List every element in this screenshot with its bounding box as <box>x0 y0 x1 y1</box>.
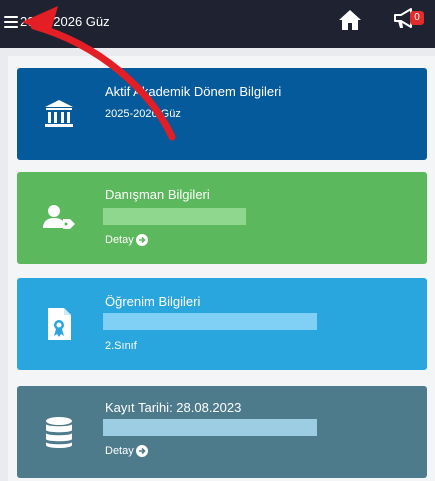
dashboard-content: Aktif Akademik Dönem Bilgileri 2025-2026… <box>8 56 435 481</box>
home-icon[interactable] <box>338 8 362 32</box>
active-term-card: Aktif Akademik Dönem Bilgileri 2025-2026… <box>17 68 427 160</box>
class-level: 2.Sınıf <box>105 340 137 352</box>
notification-badge: 0 <box>410 11 424 25</box>
advisor-title: Danışman Bilgileri <box>105 187 210 202</box>
advisor-detail-link[interactable]: Detay <box>105 234 148 246</box>
announcements-button[interactable]: 0 <box>392 7 424 33</box>
education-program-redacted <box>103 313 317 330</box>
user-tag-icon <box>39 198 79 238</box>
database-icon <box>39 412 79 452</box>
registration-detail-label: Detay <box>105 445 134 457</box>
registration-info-redacted <box>103 419 317 436</box>
active-term-title: Aktif Akademik Dönem Bilgileri <box>105 84 282 99</box>
registration-detail-link[interactable]: Detay <box>105 445 148 457</box>
advisor-name-redacted <box>103 208 246 225</box>
top-bar: 2025-2026 Güz 0 <box>0 0 435 48</box>
certificate-document-icon <box>39 304 79 344</box>
active-term-value: 2025-2026 Güz <box>105 108 181 120</box>
university-building-icon <box>39 94 79 134</box>
arrow-circle-right-icon <box>135 234 148 246</box>
registration-date: Kayıt Tarihi: 28.08.2023 <box>105 400 242 415</box>
hamburger-menu-icon[interactable] <box>4 16 18 30</box>
education-title: Öğrenim Bilgileri <box>105 294 201 309</box>
education-card: Öğrenim Bilgileri 2.Sınıf <box>17 278 427 370</box>
active-term-label: 2025-2026 Güz <box>20 14 110 29</box>
arrow-circle-right-icon <box>135 445 148 457</box>
advisor-card: Danışman Bilgileri Detay <box>17 172 427 264</box>
advisor-detail-label: Detay <box>105 234 134 246</box>
registration-card: Kayıt Tarihi: 28.08.2023 Detay <box>17 386 427 478</box>
